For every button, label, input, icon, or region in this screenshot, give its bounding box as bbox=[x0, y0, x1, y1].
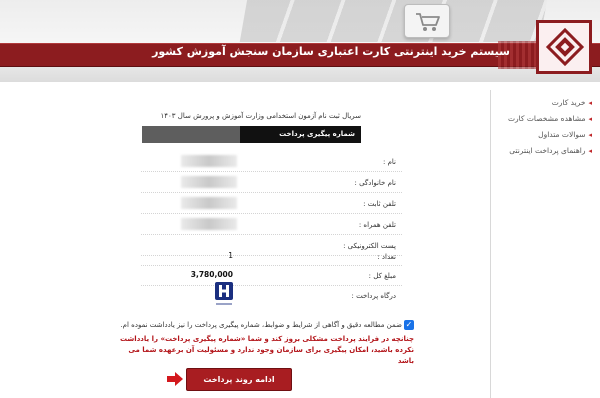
tracking-number-redacted bbox=[142, 126, 240, 143]
phone-value-redacted bbox=[181, 197, 237, 209]
family-label: نام خانوادگی : bbox=[354, 179, 396, 187]
name-label: نام : bbox=[383, 158, 396, 166]
bullet-icon: ◂ bbox=[588, 147, 592, 155]
form-row-family: نام خانوادگی : bbox=[141, 172, 402, 193]
agreement-row: ✓ ضمن مطالعه دقیق و آگاهی از شرایط و ضوا… bbox=[112, 319, 414, 333]
bullet-icon: ◂ bbox=[588, 115, 592, 123]
form-row-phone: تلفن ثابت : bbox=[141, 193, 402, 214]
gateway-label: درگاه پرداخت : bbox=[351, 292, 396, 300]
arrow-right-icon bbox=[166, 371, 184, 387]
header: سیستم خرید اینترنتی کارت اعتباری سازمان … bbox=[0, 0, 600, 82]
form-row-name: نام : bbox=[141, 152, 402, 172]
total-label: مبلغ کل : bbox=[368, 272, 396, 280]
agreement-checkbox[interactable]: ✓ bbox=[404, 320, 414, 330]
agreement-text: ضمن مطالعه دقیق و آگاهی از شرایط و ضوابط… bbox=[120, 321, 402, 329]
sidebar-item-label: مشاهده مشخصات کارت bbox=[507, 114, 586, 123]
cart-icon bbox=[404, 4, 450, 38]
count-value: 1 bbox=[228, 251, 233, 260]
bullet-icon: ◂ bbox=[588, 99, 592, 107]
mobile-value-redacted bbox=[181, 218, 237, 230]
mobile-label: تلفن همراه : bbox=[358, 221, 396, 229]
total-value: 3,780,000 bbox=[190, 270, 233, 279]
sidebar-item-payment-guide[interactable]: ◂راهنمای پرداخت اینترنتی bbox=[509, 146, 592, 155]
sidebar-item-label: سوالات متداول bbox=[538, 130, 586, 139]
family-value-redacted bbox=[181, 176, 237, 188]
service-info: سریال ثبت نام آزمون استخدامی وزارت آموزش… bbox=[142, 106, 361, 144]
count-label: تعداد : bbox=[377, 253, 396, 261]
keyboard-background bbox=[239, 0, 551, 42]
sidebar: ◂خرید کارت ◂مشاهده مشخصات کارت ◂سوالات م… bbox=[490, 90, 600, 398]
warning-text: چنانچه در فرایند پرداخت مشکلی بروز کند و… bbox=[120, 335, 414, 365]
site-title: سیستم خرید اینترنتی کارت اعتباری سازمان … bbox=[152, 45, 510, 58]
payment-form: نام : نام خانوادگی : تلفن ثابت : تلفن هم… bbox=[141, 152, 402, 312]
tracking-row: شماره پیگیری پرداخت bbox=[142, 126, 361, 143]
sidebar-item-faq[interactable]: ◂سوالات متداول bbox=[538, 130, 592, 139]
sidebar-item-view-card[interactable]: ◂مشاهده مشخصات کارت bbox=[508, 114, 592, 123]
sidebar-item-buy-card[interactable]: ◂خرید کارت bbox=[552, 98, 592, 107]
tracking-label: شماره پیگیری پرداخت bbox=[279, 130, 355, 138]
bullet-icon: ◂ bbox=[588, 131, 592, 139]
sidebar-item-label: راهنمای پرداخت اینترنتی bbox=[509, 146, 586, 155]
sidebar-item-label: خرید کارت bbox=[551, 98, 586, 107]
name-value-redacted bbox=[181, 155, 237, 167]
bank-logo-icon[interactable] bbox=[213, 280, 235, 308]
form-row-gateway: درگاه پرداخت : bbox=[141, 286, 402, 312]
continue-payment-button[interactable]: ادامه روند پرداخت bbox=[186, 368, 292, 391]
form-row-total: 3,780,000 مبلغ کل : bbox=[141, 266, 402, 286]
form-row-mobile: تلفن همراه : bbox=[141, 214, 402, 235]
service-name: سریال ثبت نام آزمون استخدامی وزارت آموزش… bbox=[160, 112, 361, 120]
form-row-count: 1 تعداد : bbox=[141, 248, 402, 266]
organization-logo-icon bbox=[536, 20, 592, 74]
phone-label: تلفن ثابت : bbox=[363, 200, 396, 208]
